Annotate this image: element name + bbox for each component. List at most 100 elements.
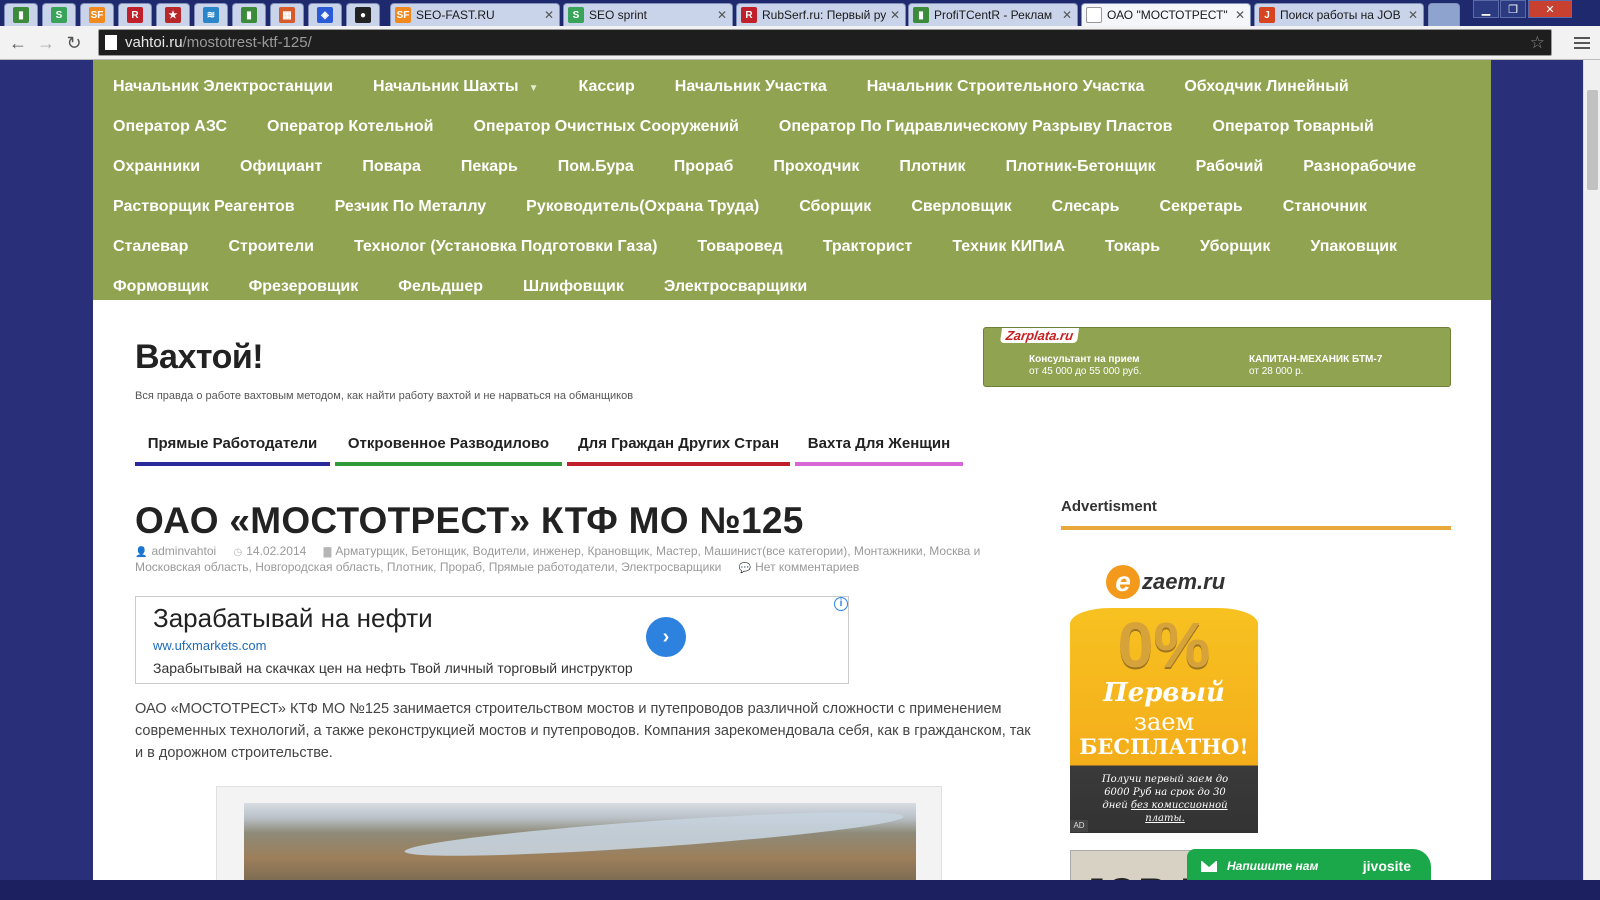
nav-item[interactable]: Охранники [113,158,200,176]
nav-item[interactable]: Разнорабочие [1303,158,1416,176]
nav-item[interactable]: Плотник-Бетонщик [1006,158,1156,176]
browser-tab[interactable]: J Поиск работы на JOB ✕ [1254,3,1424,26]
ezaem-banner[interactable]: e zaem.ru 0% Первый заем БЕСПЛАТНО! Полу… [1070,558,1258,833]
nav-item[interactable]: Технолог (Установка Подготовки Газа) [354,238,657,256]
text-ad[interactable]: Зарабатывай на нефти ww.ufxmarkets.com З… [135,596,849,684]
nav-item[interactable]: Начальник Электростанции [113,78,333,96]
nav-item[interactable]: Прораб [674,158,734,176]
nav-item[interactable]: Тракторист [823,238,913,256]
browser-tab[interactable]: ▮ ProfiTCentR - Реклам ✕ [908,3,1078,26]
nav-item[interactable]: Уборщик [1200,238,1270,256]
nav-item[interactable]: Фельдшер [398,278,483,296]
nav-item[interactable]: Начальник Строительного Участка [867,78,1145,96]
nav-item[interactable]: Растворщик Реагентов [113,198,295,216]
nav-item[interactable]: Упаковщик [1310,238,1397,256]
nav-item[interactable]: Начальник Шахты ▼ [373,78,538,96]
ad-headline[interactable]: Зарабатывай на нефти [153,603,433,634]
browser-tab[interactable]: R RubSerf.ru: Первый ру ✕ [736,3,906,26]
nav-item[interactable]: Начальник Участка [675,78,827,96]
post-author[interactable]: adminvahtoi [151,544,216,558]
ad-url[interactable]: ww.ufxmarkets.com [153,638,266,653]
secondary-nav-item[interactable]: Прямые Работодатели [135,430,330,466]
scrollbar-thumb[interactable] [1587,90,1598,190]
nav-item[interactable]: Оператор Очистных Сооружений [473,118,738,136]
tab-close-icon[interactable]: ✕ [1061,8,1073,22]
nav-item[interactable]: Электросварщики [664,278,807,296]
new-tab-button[interactable] [1428,3,1460,26]
nav-item[interactable]: Пекарь [461,158,518,176]
tab-close-icon[interactable]: ✕ [1407,8,1419,22]
nav-item[interactable]: Оператор АЗС [113,118,227,136]
ad-info-icon[interactable]: i [834,597,848,611]
pinned-tab[interactable]: ● [346,3,380,26]
nav-item[interactable]: Обходчик Линейный [1184,78,1348,96]
window-close-button[interactable]: ✕ [1528,0,1572,18]
restore-button[interactable]: ❐ [1500,0,1526,18]
nav-item[interactable]: Оператор Товарный [1213,118,1374,136]
browser-tab[interactable]: SF SEO-FAST.RU ✕ [390,3,560,26]
ezaem-promo[interactable]: 0% Первый заем БЕСПЛАТНО! Получи первый … [1070,608,1258,833]
browser-menu-icon[interactable] [1572,33,1592,53]
secondary-nav-item[interactable]: Для Граждан Других Стран [567,430,790,466]
nav-item[interactable]: Плотник [899,158,965,176]
ad-arrow-icon[interactable]: › [646,617,686,657]
nav-item[interactable]: Резчик По Металлу [335,198,487,216]
pinned-tab[interactable]: ▮ [4,3,38,26]
pinned-tab[interactable]: ◈ [308,3,342,26]
chevron-down-icon[interactable]: ▼ [529,83,539,94]
pinned-tab[interactable]: ▮ [232,3,266,26]
nav-item[interactable]: Оператор По Гидравлическому Разрыву Плас… [779,118,1173,136]
nav-item[interactable]: Фрезеровщик [249,278,359,296]
page-scrollbar[interactable] [1583,60,1600,900]
nav-item[interactable]: Проходчик [773,158,859,176]
nav-item[interactable]: Токарь [1105,238,1160,256]
nav-item[interactable]: Кассир [579,78,635,96]
zarplata-job[interactable]: КАПИТАН-МЕХАНИК БТМ-7 от 28 000 р. [1249,354,1382,378]
reload-icon[interactable]: ↻ [62,31,86,55]
nav-item[interactable]: Товаровед [697,238,782,256]
ezaem-logo[interactable]: e zaem.ru [1106,562,1225,602]
secondary-nav-item[interactable]: Откровенное Разводилово [335,430,562,466]
jivosite-chat-widget[interactable]: Напишите нам jivosite [1187,849,1431,883]
browser-tab[interactable]: ОАО "МОСТОТРЕСТ" ✕ [1081,3,1251,26]
pinned-tab[interactable]: ≋ [194,3,228,26]
nav-item[interactable]: Руководитель(Охрана Труда) [526,198,759,216]
nav-item[interactable]: Официант [240,158,322,176]
nav-item[interactable]: Слесарь [1052,198,1120,216]
nav-item[interactable]: Станочник [1283,198,1367,216]
zarplata-banner[interactable]: Zarplata.ru Консультант на прием от 45 0… [983,327,1451,387]
nav-item[interactable]: Сверловщик [911,198,1011,216]
zarplata-logo[interactable]: Zarplata.ru [999,328,1080,343]
pinned-tab[interactable]: R [118,3,152,26]
adchoices-icon[interactable]: AD [1070,820,1088,832]
nav-item[interactable]: Формовщик [113,278,209,296]
nav-item[interactable]: Строители [228,238,314,256]
post-date[interactable]: 14.02.2014 [246,544,306,558]
bookmark-star-icon[interactable]: ☆ [1530,33,1545,53]
nav-item[interactable]: Сборщик [799,198,871,216]
browser-tab[interactable]: S SEO sprint ✕ [563,3,733,26]
post-comments[interactable]: Нет комментариев [755,560,859,574]
tab-close-icon[interactable]: ✕ [716,8,728,22]
nav-item[interactable]: Рабочий [1196,158,1264,176]
back-icon[interactable]: ← [6,31,30,55]
minimize-button[interactable]: ▁ [1473,0,1499,18]
zarplata-job[interactable]: Консультант на прием от 45 000 до 55 000… [1029,354,1142,378]
nav-item[interactable]: Повара [362,158,420,176]
nav-item[interactable]: Пом.Бура [558,158,634,176]
nav-item[interactable]: Секретарь [1159,198,1242,216]
pinned-tab[interactable]: SF [80,3,114,26]
tab-close-icon[interactable]: ✕ [889,8,901,22]
tab-close-icon[interactable]: ✕ [543,8,555,22]
forward-icon[interactable]: → [34,31,58,55]
nav-item[interactable]: Техник КИПиА [952,238,1065,256]
nav-item[interactable]: Оператор Котельной [267,118,433,136]
pinned-tab[interactable]: ▦ [270,3,304,26]
tab-close-icon[interactable]: ✕ [1234,8,1246,22]
secondary-nav-item[interactable]: Вахта Для Женщин [795,430,963,466]
address-bar[interactable]: vahtoi.ru/mostotrest-ktf-125/ ☆ [98,29,1552,56]
site-title[interactable]: Вахтой! [135,338,264,377]
pinned-tab[interactable]: S [42,3,76,26]
nav-item[interactable]: Сталевар [113,238,188,256]
nav-item[interactable]: Шлифовщик [523,278,624,296]
